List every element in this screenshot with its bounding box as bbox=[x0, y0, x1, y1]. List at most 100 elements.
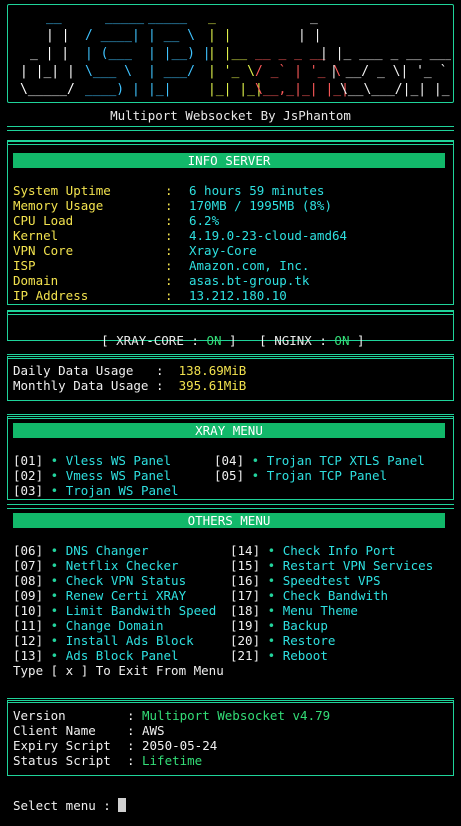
bullet-icon: • bbox=[267, 633, 276, 648]
monthly-usage-row: Monthly Data Usage : 395.61MiB bbox=[13, 378, 246, 393]
script-info-list: Version: Multiport Websocket v4.79 Client … bbox=[13, 708, 330, 768]
others-menu-header: OTHERS MENU bbox=[13, 513, 445, 528]
script-info-value: Multiport Websocket v4.79 bbox=[142, 708, 331, 723]
bullet-icon: • bbox=[267, 588, 276, 603]
info-row-label: Kernel bbox=[13, 228, 59, 243]
xray-status-value: ON bbox=[206, 333, 222, 348]
others-menu-left: [06] • DNS Changer [07] • Netflix Checker… bbox=[13, 543, 216, 663]
bullet-icon: • bbox=[267, 648, 276, 663]
menu-item[interactable]: [10] • Limit Bandwith Speed bbox=[13, 603, 216, 618]
menu-item[interactable]: [15] • Restart VPN Services bbox=[230, 558, 433, 573]
select-menu-prompt[interactable]: Select menu : bbox=[13, 798, 127, 813]
exit-hint: Type [ x ] To Exit From Menu bbox=[13, 663, 224, 678]
info-row: CPU Load: 6.2% bbox=[13, 213, 347, 228]
bullet-icon: • bbox=[50, 588, 59, 603]
menu-item-label: Trojan WS Panel bbox=[65, 483, 179, 498]
menu-item-label: Check Bandwith bbox=[282, 588, 389, 603]
separator: : bbox=[127, 708, 135, 723]
menu-item[interactable]: [17] • Check Bandwith bbox=[230, 588, 433, 603]
menu-item[interactable]: [04] • Trojan TCP XTLS Panel bbox=[214, 453, 425, 468]
bullet-icon: • bbox=[50, 543, 59, 558]
xray-menu-left: [01] • Vless WS Panel [02] • Vmess WS Pan… bbox=[13, 453, 179, 498]
menu-item[interactable]: [14] • Check Info Port bbox=[230, 543, 433, 558]
svg-text:| |__) |: | |__) | bbox=[148, 46, 211, 61]
svg-text:\___ \: \___ \ bbox=[85, 64, 132, 79]
bullet-icon: • bbox=[50, 648, 59, 663]
menu-item[interactable]: [02] • Vmess WS Panel bbox=[13, 468, 179, 483]
script-info-row: Client Name: AWS bbox=[13, 723, 330, 738]
menu-item-number: [03] bbox=[13, 483, 44, 498]
menu-item[interactable]: [09] • Renew Certi XRAY bbox=[13, 588, 216, 603]
script-info-value: 2050-05-24 bbox=[142, 738, 218, 753]
menu-item-number: [20] bbox=[230, 633, 261, 648]
menu-item-label: Netflix Checker bbox=[65, 558, 179, 573]
menu-item[interactable]: [20] • Restore bbox=[230, 633, 433, 648]
menu-item-number: [15] bbox=[230, 558, 261, 573]
info-row-value: asas.bt-group.tk bbox=[189, 273, 310, 288]
info-row-value: Amazon.com, Inc. bbox=[189, 258, 310, 273]
menu-item-number: [05] bbox=[214, 468, 245, 483]
svg-text:| '_ \: | '_ \ bbox=[208, 64, 255, 79]
separator: : bbox=[165, 228, 173, 243]
separator: : bbox=[156, 378, 164, 393]
menu-item-number: [12] bbox=[13, 633, 44, 648]
xray-status-label: XRAY-CORE : bbox=[116, 333, 199, 348]
script-info-row: Expiry Script:2050-05-24 bbox=[13, 738, 330, 753]
menu-item[interactable]: [13] • Ads Block Panel bbox=[13, 648, 216, 663]
cursor-icon bbox=[118, 798, 127, 812]
bullet-icon: • bbox=[50, 468, 59, 483]
separator: : bbox=[165, 288, 173, 303]
menu-item-number: [01] bbox=[13, 453, 44, 468]
monthly-usage-label: Monthly Data Usage bbox=[13, 378, 149, 393]
separator: : bbox=[165, 273, 173, 288]
daily-usage-row: Daily Data Usage : 138.69MiB bbox=[13, 363, 246, 378]
menu-item[interactable]: [18] • Menu Theme bbox=[230, 603, 433, 618]
separator: : bbox=[165, 198, 173, 213]
menu-item-label: Limit Bandwith Speed bbox=[65, 603, 217, 618]
menu-item[interactable]: [06] • DNS Changer bbox=[13, 543, 216, 558]
script-info-row: Status Script: Lifetime bbox=[13, 753, 330, 768]
menu-item[interactable]: [01] • Vless WS Panel bbox=[13, 453, 179, 468]
script-info-label: Client Name bbox=[13, 723, 96, 738]
info-row-label: CPU Load bbox=[13, 213, 74, 228]
menu-item[interactable]: [21] • Reboot bbox=[230, 648, 433, 663]
menu-item-label: Install Ads Block bbox=[65, 633, 194, 648]
menu-item-label: Trojan TCP Panel bbox=[266, 468, 388, 483]
svg-text:/ _` | '_ \: / _` | '_ \ bbox=[255, 64, 341, 79]
xray-menu-right: [04] • Trojan TCP XTLS Panel [05] • Troja… bbox=[214, 453, 425, 483]
menu-item[interactable]: [05] • Trojan TCP Panel bbox=[214, 468, 425, 483]
menu-item-label: Check Info Port bbox=[282, 543, 396, 558]
info-row: Kernel: 4.19.0-23-cloud-amd64 bbox=[13, 228, 347, 243]
monthly-usage-value: 395.61MiB bbox=[178, 378, 247, 393]
bullet-icon: • bbox=[267, 573, 276, 588]
bullet-icon: • bbox=[267, 558, 276, 573]
menu-item-label: Menu Theme bbox=[282, 603, 358, 618]
menu-item[interactable]: [12] • Install Ads Block bbox=[13, 633, 216, 648]
svg-text:| |: | | bbox=[298, 28, 321, 43]
daily-usage-label: Daily Data Usage bbox=[13, 363, 134, 378]
info-server-header: INFO SERVER bbox=[13, 153, 445, 168]
svg-text:_: _ bbox=[208, 10, 216, 25]
separator: : bbox=[127, 753, 135, 768]
menu-item[interactable]: [16] • Speedtest VPS bbox=[230, 573, 433, 588]
svg-text:\__\___/|_| |_| |_|: \__\___/|_| |_| |_| bbox=[340, 82, 451, 97]
menu-item[interactable]: [19] • Backup bbox=[230, 618, 433, 633]
bullet-icon: • bbox=[267, 543, 276, 558]
info-row: Domain: asas.bt-group.tk bbox=[13, 273, 347, 288]
menu-item[interactable]: [07] • Netflix Checker bbox=[13, 558, 216, 573]
bullet-icon: • bbox=[267, 618, 276, 633]
menu-item[interactable]: [11] • Change Domain bbox=[13, 618, 216, 633]
menu-item-number: [14] bbox=[230, 543, 261, 558]
menu-item-label: Backup bbox=[282, 618, 328, 633]
menu-item-number: [18] bbox=[230, 603, 261, 618]
menu-item-number: [21] bbox=[230, 648, 261, 663]
script-info-value: Lifetime bbox=[142, 753, 203, 768]
divider bbox=[7, 126, 454, 131]
divider bbox=[7, 140, 454, 145]
info-row: IP Address: 13.212.180.10 bbox=[13, 288, 347, 303]
menu-item[interactable]: [03] • Trojan WS Panel bbox=[13, 483, 179, 498]
menu-item-number: [17] bbox=[230, 588, 261, 603]
svg-text:\_____/: \_____/ bbox=[20, 82, 75, 97]
bullet-icon: • bbox=[50, 483, 59, 498]
menu-item[interactable]: [08] • Check VPN Status bbox=[13, 573, 216, 588]
